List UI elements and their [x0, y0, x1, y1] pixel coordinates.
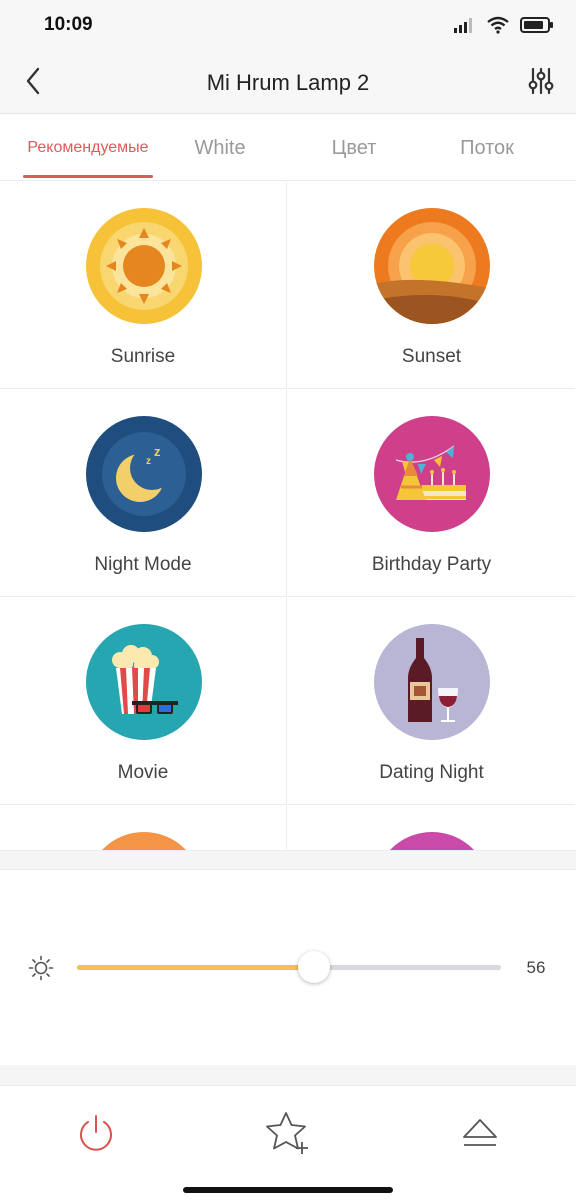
movie-icon: [86, 624, 202, 740]
scene-label: Dating Night: [379, 762, 484, 783]
brightness-slider-thumb[interactable]: [298, 951, 330, 983]
status-icons: [454, 14, 554, 36]
scene-sunrise[interactable]: Sunrise: [0, 182, 287, 389]
settings-button[interactable]: [524, 64, 558, 98]
eject-icon: [463, 1119, 497, 1146]
brightness-value: 56: [526, 958, 546, 977]
page-title: Mi Hrum Lamp 2: [206, 70, 370, 95]
scene-tabs: Рекомендуемые White Цвет Поток: [0, 115, 576, 181]
power-icon: [80, 1115, 112, 1151]
sunset-icon: [374, 208, 490, 324]
scene-label: Movie: [117, 762, 169, 783]
scene-sunset[interactable]: Sunset: [288, 182, 575, 389]
scene-grid: Sunrise Sunset z z Night Mode Birthday P…: [0, 182, 576, 850]
status-time: 10:09: [44, 14, 93, 35]
scene-movie[interactable]: Movie: [0, 598, 287, 805]
scene-label: Birthday Party: [371, 554, 492, 575]
section-divider-bottom: [0, 1065, 576, 1085]
tab-color-label: Цвет: [331, 136, 377, 159]
scene-label: Sunset: [401, 346, 462, 367]
sunrise-icon: [86, 208, 202, 324]
app-header: Mi Hrum Lamp 2: [0, 50, 576, 114]
dating-night-icon: [374, 624, 490, 740]
scene-partial-right-icon: [374, 832, 490, 850]
sliders-icon: [528, 67, 554, 95]
home-indicator: [183, 1187, 393, 1193]
add-favorite-button[interactable]: [263, 1108, 313, 1158]
tab-recommended-label: Рекомендуемые: [27, 139, 149, 156]
tab-flow-label: Поток: [460, 136, 514, 159]
status-bar: 10:09: [0, 0, 576, 50]
bottom-nav: [0, 1085, 576, 1200]
svg-text:z: z: [154, 444, 161, 459]
scene-partial-right[interactable]: [288, 806, 575, 850]
battery-icon: [520, 17, 553, 33]
scene-night-mode[interactable]: z z Night Mode: [0, 390, 287, 597]
tab-flow[interactable]: Поток: [426, 115, 548, 181]
section-divider: [0, 850, 576, 870]
brightness-panel: 56: [0, 871, 576, 1065]
active-tab-underline: [23, 175, 153, 178]
brightness-sun-icon: [28, 955, 54, 981]
tab-white[interactable]: White: [160, 115, 280, 181]
scene-label: Night Mode: [94, 554, 192, 575]
scene-dating-night[interactable]: Dating Night: [288, 598, 575, 805]
scene-birthday-party[interactable]: Birthday Party: [288, 390, 575, 597]
brightness-slider[interactable]: [77, 951, 501, 983]
tab-color[interactable]: Цвет: [294, 115, 414, 181]
birthday-party-icon: [374, 416, 490, 532]
wifi-icon: [487, 16, 509, 34]
scene-partial-left-icon: [86, 832, 202, 850]
tab-recommended[interactable]: Рекомендуемые: [20, 115, 156, 181]
brightness-slider-fill: [77, 965, 314, 970]
signal-icon: [454, 18, 472, 33]
svg-text:z: z: [146, 456, 151, 467]
eject-button[interactable]: [455, 1108, 505, 1158]
scene-partial-left[interactable]: [0, 806, 287, 850]
tab-white-label: White: [194, 136, 246, 159]
scene-label: Sunrise: [110, 346, 176, 367]
add-favorite-star-icon: [266, 1112, 308, 1154]
night-mode-icon: z z: [86, 416, 202, 532]
power-button[interactable]: [71, 1108, 121, 1158]
